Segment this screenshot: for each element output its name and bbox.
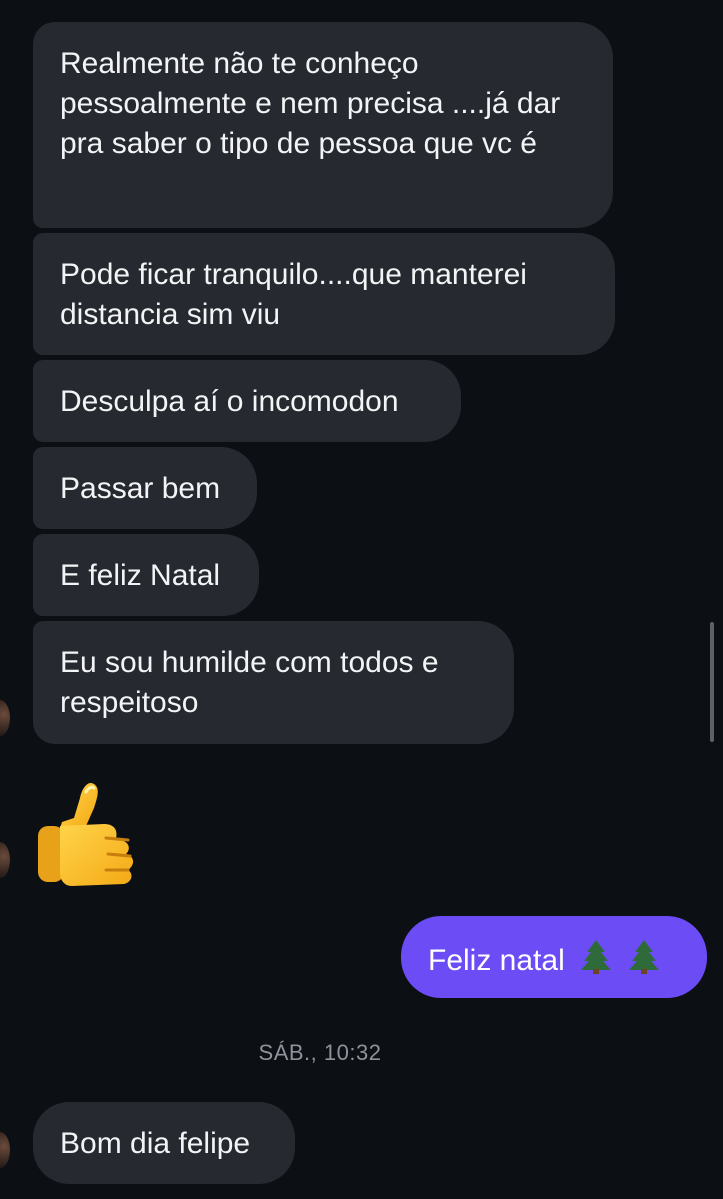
message-text: Passar bem [60, 472, 221, 505]
message-text: Pode ficar tranquilo....que manterei dis… [60, 258, 527, 331]
message-text: Desculpa aí o incomodon [60, 385, 399, 418]
sender-avatar[interactable] [0, 1132, 10, 1168]
timestamp-divider: SÁB., 10:32 [258, 1040, 382, 1065]
message-text: Realmente não te conheço pessoalmente e … [60, 47, 561, 160]
message-text: E feliz Natal [60, 559, 221, 592]
message-bubble-incoming[interactable]: Passar bem [33, 447, 257, 529]
message-text: Bom dia felipe [60, 1127, 251, 1160]
scrollbar[interactable] [710, 622, 714, 742]
sender-avatar[interactable] [0, 842, 10, 878]
message-text: Eu sou humilde com todos e respeitoso [60, 646, 439, 719]
message-bubble-incoming[interactable]: Realmente não te conheço pessoalmente e … [33, 22, 613, 228]
message-bubble-outgoing[interactable]: Feliz natal [401, 916, 707, 998]
message-bubble-incoming[interactable]: Desculpa aí o incomodon [33, 360, 461, 442]
thumbs-up-icon[interactable] [36, 778, 146, 890]
sender-avatar[interactable] [0, 700, 10, 736]
christmas-tree-icon [627, 938, 661, 985]
message-text: Feliz natal [428, 944, 565, 977]
message-bubble-incoming[interactable]: Eu sou humilde com todos e respeitoso [33, 621, 514, 744]
message-bubble-incoming[interactable]: E feliz Natal [33, 534, 259, 616]
message-bubble-incoming[interactable]: Pode ficar tranquilo....que manterei dis… [33, 233, 615, 355]
message-bubble-incoming[interactable]: Bom dia felipe [33, 1102, 295, 1184]
christmas-tree-icon [579, 938, 613, 985]
